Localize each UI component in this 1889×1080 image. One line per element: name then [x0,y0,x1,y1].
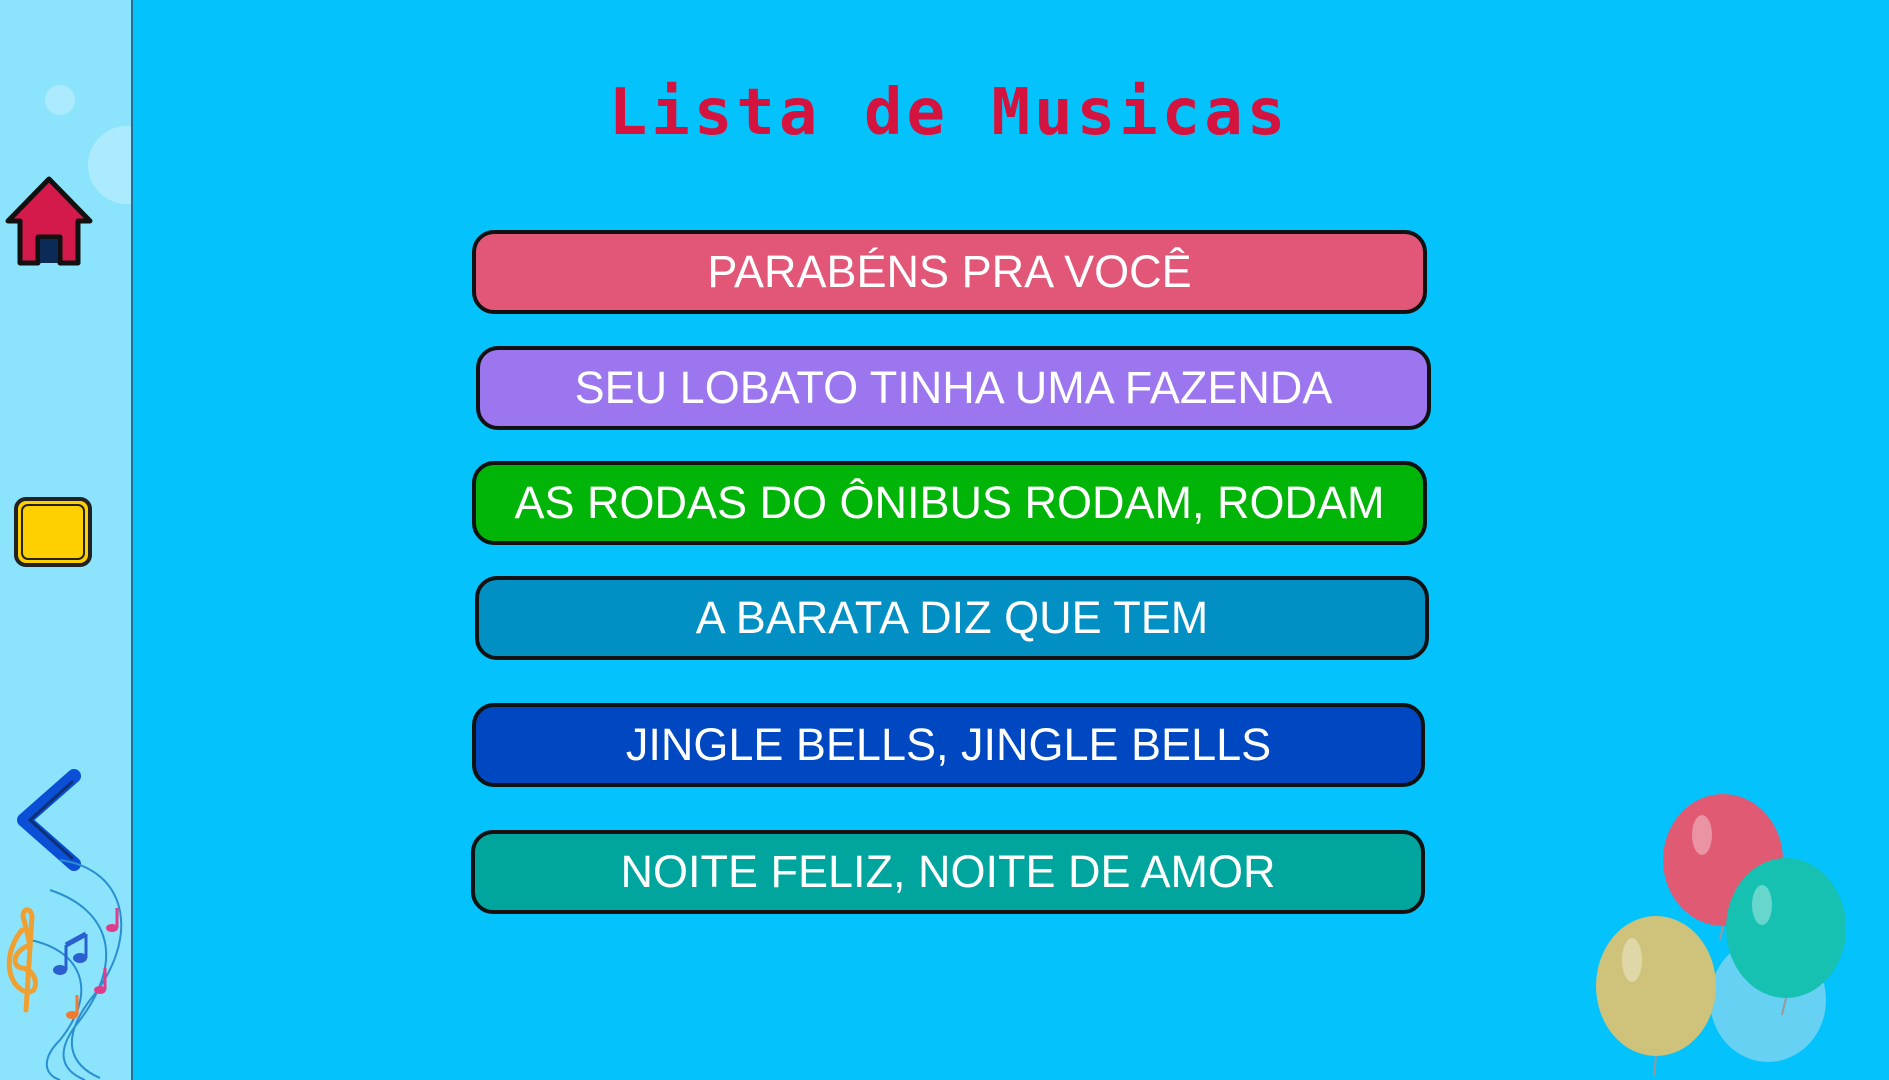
balloons-icon [1596,794,1846,1077]
song-label: PARABÉNS PRA VOCÊ [707,246,1192,297]
song-button[interactable]: AS RODAS DO ÔNIBUS RODAM, RODAM [472,461,1427,545]
music-notes-icon [6,859,123,1080]
song-button[interactable]: NOITE FELIZ, NOITE DE AMOR [471,830,1425,914]
sidebar [0,0,133,1080]
bubble-decoration [45,85,75,115]
song-label: A BARATA DIZ QUE TEM [695,592,1209,643]
song-button[interactable]: JINGLE BELLS, JINGLE BELLS [472,703,1425,787]
song-button[interactable]: A BARATA DIZ QUE TEM [475,576,1429,660]
song-button[interactable]: PARABÉNS PRA VOCÊ [472,230,1427,314]
home-icon [5,176,93,266]
stop-button[interactable] [13,496,93,568]
stop-square-icon [14,497,92,567]
song-label: NOITE FELIZ, NOITE DE AMOR [620,846,1276,897]
page-title: Lista de Musicas [608,76,1290,150]
song-button[interactable]: SEU LOBATO TINHA UMA FAZENDA [476,346,1431,430]
song-label: SEU LOBATO TINHA UMA FAZENDA [574,362,1333,413]
song-label: JINGLE BELLS, JINGLE BELLS [625,719,1272,770]
song-label: AS RODAS DO ÔNIBUS RODAM, RODAM [514,477,1385,528]
bubble-decoration [88,126,131,204]
home-button[interactable] [4,175,94,270]
